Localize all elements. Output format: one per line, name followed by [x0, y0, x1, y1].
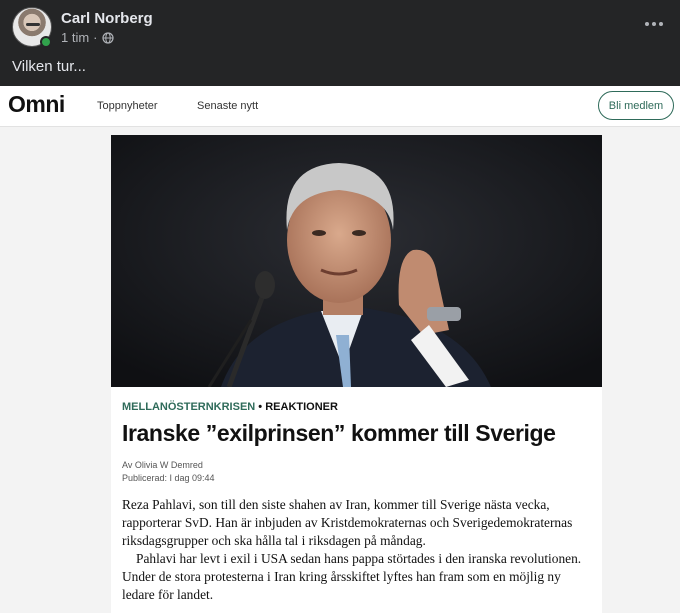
- article-card: MELLANÖSTERNKRISEN • REAKTIONER Iranske …: [111, 135, 602, 613]
- post-text: Vilken tur...: [12, 58, 86, 75]
- article-body: Reza Pahlavi, son till den siste shahen …: [122, 496, 594, 604]
- category-separator: •: [258, 401, 263, 413]
- article-category: MELLANÖSTERNKRISEN • REAKTIONER: [122, 401, 338, 413]
- post-author-name[interactable]: Carl Norberg: [61, 10, 153, 27]
- category-primary[interactable]: MELLANÖSTERNKRISEN: [122, 401, 255, 413]
- article-published-time: Publicerad: I dag 09:44: [122, 473, 215, 483]
- facebook-post-header: Carl Norberg 1 tim · Vilken tur...: [0, 0, 680, 86]
- meta-separator: ·: [93, 30, 98, 45]
- article-headline[interactable]: Iranske ”exilprinsen” kommer till Sverig…: [122, 420, 556, 447]
- nav-link-toppnyheter[interactable]: Toppnyheter: [97, 100, 158, 112]
- omni-navbar: Omni Toppnyheter Senaste nytt Bli medlem: [0, 86, 680, 127]
- post-meta: 1 tim ·: [61, 30, 114, 45]
- article-paragraph: Reza Pahlavi, son till den siste shahen …: [122, 497, 573, 548]
- article-hero-image: [111, 135, 602, 387]
- join-button[interactable]: Bli medlem: [598, 91, 674, 120]
- nav-link-senaste-nytt[interactable]: Senaste nytt: [197, 100, 258, 112]
- omni-logo[interactable]: Omni: [8, 91, 65, 118]
- globe-icon[interactable]: [101, 31, 114, 44]
- shared-link-preview[interactable]: Omni Toppnyheter Senaste nytt Bli medlem: [0, 86, 680, 613]
- more-options-icon[interactable]: [642, 14, 666, 34]
- post-time[interactable]: 1 tim: [61, 30, 89, 45]
- category-secondary[interactable]: REAKTIONER: [265, 401, 338, 413]
- online-status-indicator: [40, 36, 52, 48]
- article-byline: Av Olivia W Demred: [122, 460, 203, 470]
- article-paragraph: Pahlavi har levt i exil i USA sedan hans…: [122, 551, 582, 602]
